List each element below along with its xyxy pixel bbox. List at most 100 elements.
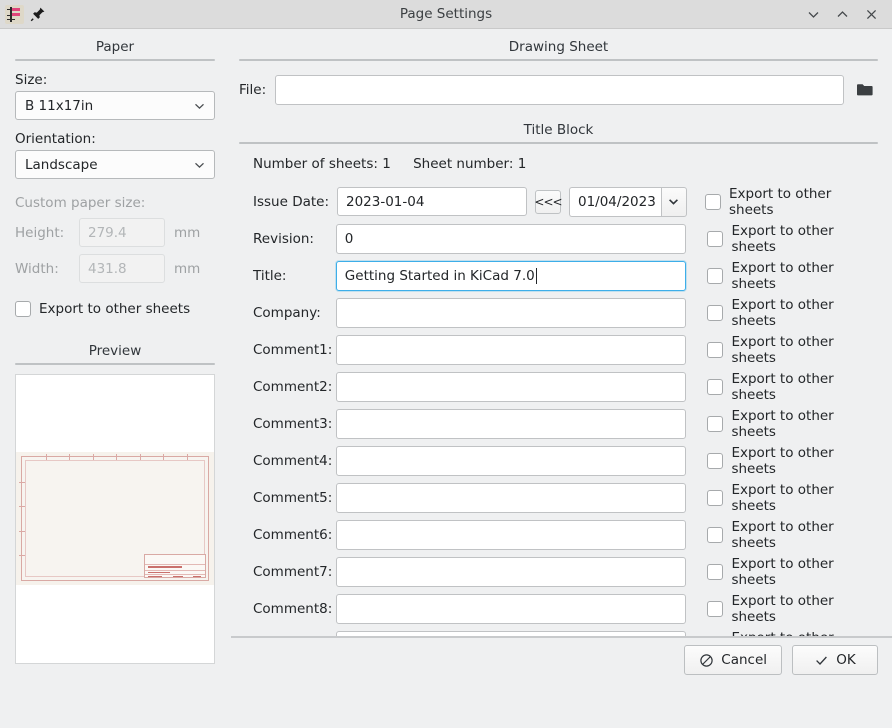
issue-date-picker-value[interactable]: 01/04/2023: [568, 186, 661, 217]
kicad-icon: [5, 4, 24, 24]
title-block-row: Company: Export to other sheets: [239, 294, 878, 331]
dialog-footer: Cancel OK: [231, 636, 892, 682]
title-block-row: Comment7: Export to other sheets: [239, 553, 878, 590]
field-export-row[interactable]: Export to other sheets: [707, 445, 878, 477]
field-input[interactable]: [335, 556, 687, 587]
field-export-checkbox[interactable]: [707, 378, 724, 395]
field-input[interactable]: 0: [335, 223, 687, 254]
field-wrapper: 0: [335, 223, 687, 254]
paper-orientation-select[interactable]: Landscape: [15, 150, 215, 179]
field-export-checkbox[interactable]: [707, 526, 724, 543]
title-block-fields: Issue Date: 2023-01-04 <<< 01/04/2023 Ex…: [239, 183, 878, 664]
field-export-label: Export to other sheets: [731, 481, 834, 514]
field-input[interactable]: [335, 297, 687, 328]
title-block-row: Comment6: Export to other sheets: [239, 516, 878, 553]
window-titlebar: Page Settings: [0, 0, 892, 29]
custom-height-row: Height: 279.4 mm: [15, 218, 215, 247]
drawing-sheet-section-rule: [239, 59, 878, 61]
paper-size-select[interactable]: B 11x17in: [15, 91, 215, 120]
title-block-section-header: Title Block: [239, 105, 878, 144]
field-label: Comment3:: [253, 415, 333, 432]
paper-export-checkbox[interactable]: [15, 301, 31, 317]
issue-date-export-checkbox[interactable]: [704, 193, 721, 210]
check-icon: [814, 653, 829, 668]
field-export-checkbox[interactable]: [707, 452, 724, 469]
chevron-down-icon[interactable]: [806, 7, 821, 22]
field-export-checkbox[interactable]: [707, 415, 724, 432]
field-export-row[interactable]: Export to other sheets: [707, 482, 878, 514]
field-export-row[interactable]: Export to other sheets: [707, 519, 878, 551]
field-label: Company:: [253, 304, 321, 321]
paper-export-row[interactable]: Export to other sheets: [15, 301, 215, 317]
custom-height-input[interactable]: 279.4: [79, 218, 165, 247]
field-export-checkbox[interactable]: [707, 489, 724, 506]
field-export-label: Export to other sheets: [731, 259, 834, 292]
field-export-label: Export to other sheets: [731, 592, 834, 625]
field-input[interactable]: [335, 445, 687, 476]
issue-date-previous-button[interactable]: <<<: [534, 189, 563, 214]
issue-date-input[interactable]: 2023-01-04: [336, 187, 527, 216]
field-input[interactable]: Getting Started in KiCad 7.0: [335, 260, 687, 291]
browse-file-button[interactable]: [852, 77, 878, 103]
field-export-row[interactable]: Export to other sheets: [707, 371, 878, 403]
issue-date-export-row[interactable]: Export to other sheets: [704, 185, 878, 218]
field-export-checkbox[interactable]: [707, 230, 724, 247]
ok-button[interactable]: OK: [792, 645, 878, 675]
field-input[interactable]: [335, 408, 687, 439]
chevron-down-icon: [193, 99, 206, 112]
field-export-checkbox[interactable]: [707, 304, 724, 321]
field-export-checkbox[interactable]: [707, 563, 724, 580]
paper-export-label: Export to other sheets: [39, 301, 191, 317]
title-block-row: Revision: 0 Export to other sheets: [239, 220, 878, 257]
field-export-label: Export to other sheets: [731, 518, 834, 551]
issue-date-export-label: Export to other sheets: [728, 185, 832, 218]
field-wrapper: [335, 593, 687, 624]
field-input[interactable]: [335, 593, 687, 624]
field-export-row[interactable]: Export to other sheets: [707, 260, 878, 292]
field-wrapper: [335, 482, 687, 513]
custom-height-label: Height:: [15, 224, 65, 241]
title-block-row: Comment4: Export to other sheets: [239, 442, 878, 479]
custom-height-unit: mm: [174, 224, 201, 241]
field-export-row[interactable]: Export to other sheets: [707, 223, 878, 255]
window-title: Page Settings: [399, 6, 493, 22]
field-label: Comment4:: [253, 452, 333, 469]
field-export-row[interactable]: Export to other sheets: [707, 556, 878, 588]
custom-width-label: Width:: [15, 260, 59, 277]
title-block-row: Comment8: Export to other sheets: [239, 590, 878, 627]
field-input[interactable]: [335, 371, 687, 402]
field-input[interactable]: [335, 482, 687, 513]
chevron-down-icon[interactable]: [660, 186, 687, 217]
issue-date-row: Issue Date: 2023-01-04 <<< 01/04/2023 Ex…: [239, 183, 878, 220]
field-export-row[interactable]: Export to other sheets: [707, 297, 878, 329]
folder-icon: [856, 82, 874, 98]
issue-date-picker[interactable]: 01/04/2023: [568, 186, 687, 217]
field-wrapper: [335, 297, 687, 328]
field-export-row[interactable]: Export to other sheets: [707, 408, 878, 440]
paper-section-header: Paper: [15, 29, 215, 61]
paper-size-value: B 11x17in: [25, 97, 94, 114]
chevron-up-icon[interactable]: [835, 7, 850, 22]
field-label: Comment1:: [253, 341, 333, 358]
preview-title-block: [144, 554, 206, 578]
field-wrapper: Getting Started in KiCad 7.0: [335, 260, 687, 291]
field-export-label: Export to other sheets: [731, 333, 834, 366]
close-icon[interactable]: [864, 7, 879, 22]
file-input[interactable]: [275, 75, 844, 105]
cancel-button[interactable]: Cancel: [684, 645, 782, 675]
field-label: Title:: [253, 267, 287, 284]
field-export-row[interactable]: Export to other sheets: [707, 334, 878, 366]
paper-size-label: Size:: [15, 72, 48, 88]
sheet-number: Sheet number: 1: [413, 156, 527, 172]
title-block-section-title: Title Block: [523, 122, 594, 138]
field-input[interactable]: [335, 334, 687, 365]
pin-icon[interactable]: [30, 6, 46, 22]
custom-width-input[interactable]: 431.8: [79, 254, 165, 283]
custom-paper-size-label: Custom paper size:: [15, 195, 146, 211]
field-label: Comment8:: [253, 600, 333, 617]
field-export-checkbox[interactable]: [707, 600, 724, 617]
field-export-row[interactable]: Export to other sheets: [707, 593, 878, 625]
field-input[interactable]: [335, 519, 687, 550]
field-export-checkbox[interactable]: [707, 267, 724, 284]
field-export-checkbox[interactable]: [707, 341, 724, 358]
